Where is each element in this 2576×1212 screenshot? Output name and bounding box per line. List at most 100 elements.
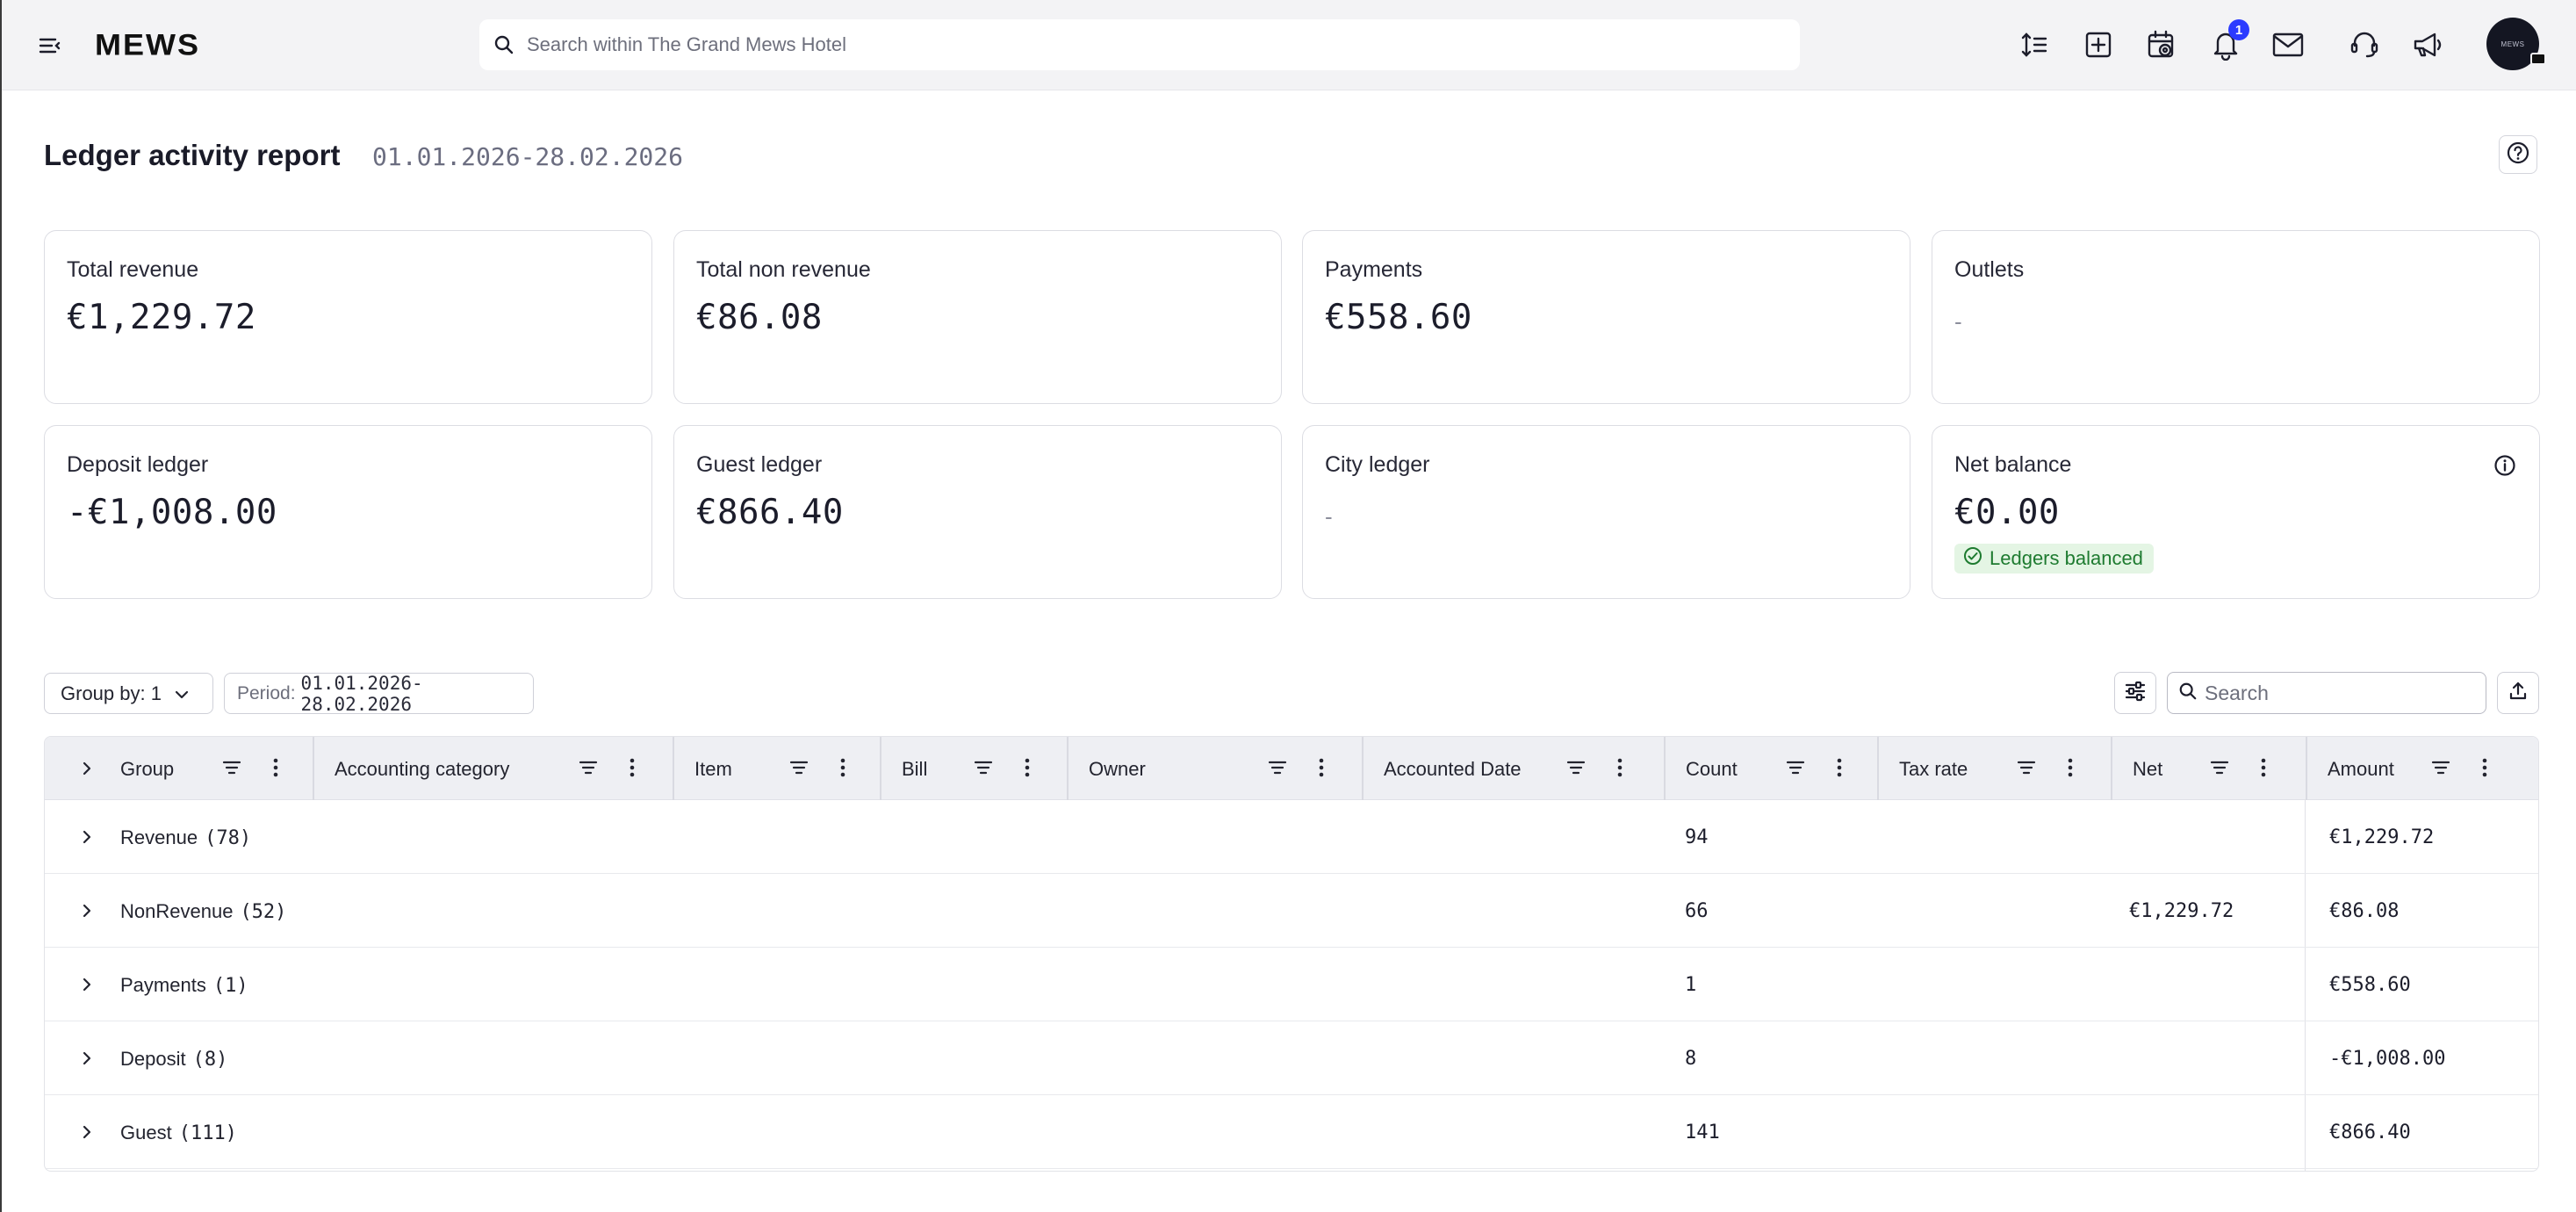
calendar-icon[interactable] — [2143, 26, 2180, 63]
global-search-input[interactable] — [527, 33, 1756, 56]
column-header-tax-rate[interactable]: Tax rate — [1878, 737, 2112, 800]
period-filter-chip[interactable]: Period: 01.01.2026-28.02.2026 — [224, 673, 534, 715]
column-divider[interactable] — [1877, 737, 1879, 800]
column-header-count[interactable]: Count — [1665, 737, 1878, 800]
ledgers-balanced-badge: Ledgers balanced — [1954, 544, 2154, 574]
group-cell: Deposit (8) — [120, 1048, 227, 1071]
column-divider[interactable] — [1067, 737, 1069, 800]
export-button[interactable] — [2497, 672, 2539, 714]
info-icon[interactable] — [2492, 452, 2518, 479]
column-header-label: Net — [2133, 758, 2163, 780]
more-vertical-icon[interactable] — [1828, 756, 1851, 779]
column-header-group[interactable]: Group — [45, 737, 313, 800]
filter-icon[interactable] — [2208, 756, 2231, 779]
table-row[interactable]: NonRevenue (52) 66 €1,229.72 €86.08 — [45, 874, 2538, 948]
card-label: City ledger — [1325, 452, 1430, 477]
column-header-accounting-category[interactable]: Accounting category — [313, 737, 673, 800]
more-vertical-icon[interactable] — [1016, 756, 1039, 779]
column-header-item[interactable]: Item — [673, 737, 881, 800]
card-value: - — [1325, 503, 1333, 530]
table-row[interactable]: Payments (1) 1 €558.60 — [45, 948, 2538, 1021]
more-vertical-icon[interactable] — [1608, 756, 1631, 779]
chevron-right-icon[interactable] — [76, 974, 97, 995]
filter-icon[interactable] — [2429, 756, 2452, 779]
filter-icon[interactable] — [577, 756, 600, 779]
group-count: (8) — [192, 1049, 228, 1071]
chevron-right-icon[interactable] — [76, 826, 97, 848]
card-value: -€1,008.00 — [67, 493, 277, 532]
count-cell: 66 — [1685, 900, 1709, 922]
column-header-accounted-date[interactable]: Accounted Date — [1363, 737, 1665, 800]
column-settings-button[interactable] — [2114, 672, 2156, 714]
column-header-label: Tax rate — [1899, 758, 1968, 780]
more-vertical-icon[interactable] — [831, 756, 854, 779]
column-header-owner[interactable]: Owner — [1068, 737, 1363, 800]
column-divider[interactable] — [1664, 737, 1666, 800]
ledger-table: Group Accounting category Item Bill Owner Acc… — [44, 736, 2539, 1172]
card-label: Deposit ledger — [67, 452, 209, 477]
column-header-label: Amount — [2328, 758, 2394, 780]
filter-icon[interactable] — [788, 756, 810, 779]
card-label: Total non revenue — [696, 257, 871, 282]
filter-icon[interactable] — [220, 756, 243, 779]
card-value: €86.08 — [696, 298, 823, 337]
filter-icon[interactable] — [2015, 756, 2038, 779]
more-vertical-icon[interactable] — [2252, 756, 2275, 779]
filter-icon[interactable] — [972, 756, 995, 779]
global-search[interactable] — [479, 19, 1800, 70]
group-by-label: Group by: 1 — [61, 682, 162, 704]
card-total-non-revenue: Total non revenue €86.08 — [673, 230, 1282, 404]
table-search-input[interactable] — [2205, 681, 2468, 705]
column-divider[interactable] — [2111, 737, 2112, 800]
card-deposit-ledger: Deposit ledger -€1,008.00 — [44, 425, 652, 599]
mews-logo[interactable]: MEWS — [95, 27, 200, 62]
bell-icon[interactable]: 1 — [2207, 19, 2249, 63]
megaphone-icon[interactable] — [2410, 26, 2447, 63]
filter-icon[interactable] — [1565, 756, 1587, 779]
chevron-right-icon[interactable] — [76, 1122, 97, 1143]
more-vertical-icon[interactable] — [2473, 756, 2496, 779]
more-vertical-icon[interactable] — [1310, 756, 1333, 779]
group-count: (111) — [178, 1122, 237, 1144]
count-cell: 8 — [1685, 1048, 1697, 1070]
support-icon[interactable] — [2346, 26, 2383, 63]
card-label: Outlets — [1954, 257, 2025, 282]
table-search[interactable] — [2167, 672, 2486, 714]
group-by-dropdown[interactable]: Group by: 1 — [44, 673, 213, 714]
menu-icon[interactable] — [35, 31, 65, 61]
mail-icon[interactable] — [2270, 26, 2306, 63]
chevron-right-icon[interactable] — [76, 1048, 97, 1069]
column-header-label: Group — [120, 758, 175, 780]
ledgers-balanced-label: Ledgers balanced — [1990, 547, 2143, 569]
filter-icon[interactable] — [1266, 756, 1289, 779]
more-vertical-icon[interactable] — [264, 756, 287, 779]
add-icon[interactable] — [2080, 26, 2117, 63]
table-row[interactable]: Revenue (78) 94 €1,229.72 — [45, 800, 2538, 874]
column-header-label: Accounted Date — [1384, 758, 1522, 780]
column-divider[interactable] — [673, 737, 674, 800]
column-divider[interactable] — [2306, 737, 2307, 800]
chevron-right-icon[interactable] — [76, 900, 97, 921]
group-cell: Revenue (78) — [120, 826, 251, 849]
check-circle-icon — [1963, 546, 1982, 571]
table-row[interactable]: Deposit (8) 8 -€1,008.00 — [45, 1021, 2538, 1095]
group-name: Revenue — [120, 826, 198, 848]
more-vertical-icon[interactable] — [2059, 756, 2082, 779]
column-header-net[interactable]: Net — [2112, 737, 2306, 800]
density-icon[interactable] — [2016, 26, 2053, 63]
more-vertical-icon[interactable] — [621, 756, 644, 779]
column-header-bill[interactable]: Bill — [881, 737, 1068, 800]
help-button[interactable] — [2499, 135, 2537, 174]
column-divider[interactable] — [313, 737, 314, 800]
column-divider[interactable] — [1362, 737, 1364, 800]
column-header-label: Count — [1686, 758, 1738, 780]
card-label: Net balance — [1954, 452, 2072, 477]
column-divider[interactable] — [880, 737, 881, 800]
table-row[interactable]: Guest (111) 141 €866.40 — [45, 1095, 2538, 1169]
card-label: Guest ledger — [696, 452, 823, 477]
filter-icon[interactable] — [1784, 756, 1807, 779]
chevron-down-icon — [174, 682, 190, 705]
column-header-amount[interactable]: Amount — [2306, 737, 2538, 800]
period-chip-label: Period: — [237, 682, 296, 703]
card-value: €558.60 — [1325, 298, 1472, 337]
